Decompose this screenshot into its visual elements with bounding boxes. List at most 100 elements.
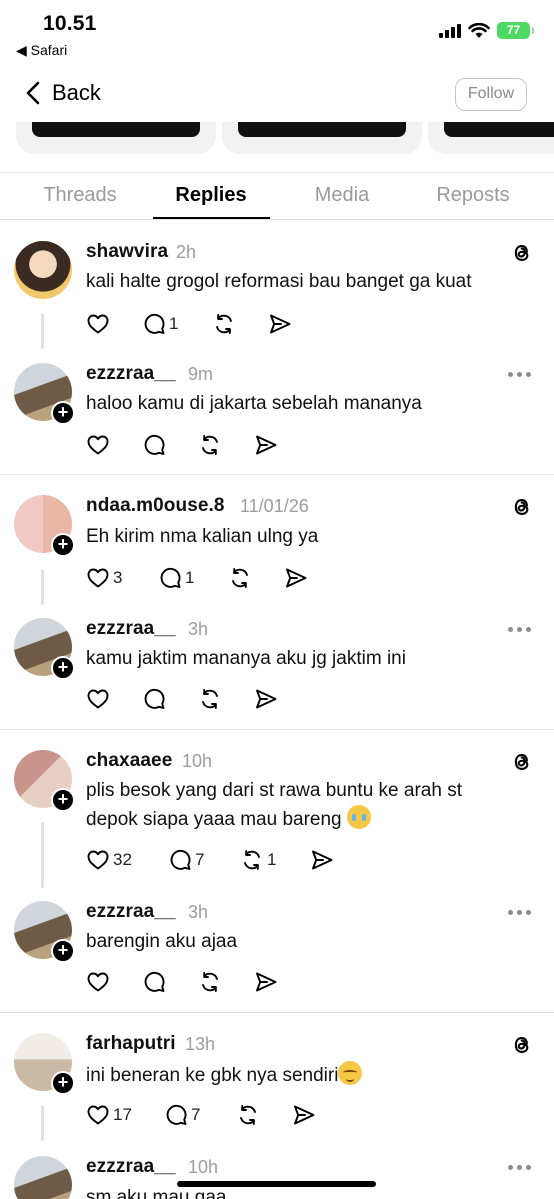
threads-logo-icon[interactable] xyxy=(510,750,534,774)
share-button[interactable] xyxy=(254,686,278,712)
more-options-icon[interactable] xyxy=(508,370,534,378)
thread-post[interactable]: + ndaa.m0ouse.8 11/01/26 Eh kirim nma ka… xyxy=(0,475,554,595)
repost-icon xyxy=(236,1103,260,1127)
follow-plus-icon[interactable]: + xyxy=(51,533,75,557)
repost-icon xyxy=(240,848,264,872)
like-button[interactable]: 32 xyxy=(86,847,132,873)
reply-post[interactable]: + ezzzraa__ 9m haloo kamu di jakarta seb… xyxy=(0,343,554,473)
comment-icon xyxy=(168,848,192,872)
comment-button[interactable]: 7 xyxy=(164,1102,200,1128)
post-username[interactable]: farhaputri xyxy=(86,1033,176,1055)
share-button[interactable] xyxy=(284,565,308,591)
share-button[interactable] xyxy=(254,432,278,458)
share-icon xyxy=(254,687,278,711)
comment-button[interactable] xyxy=(142,432,166,458)
like-button[interactable] xyxy=(86,432,110,458)
back-to-safari-link[interactable]: ◀ Safari xyxy=(16,42,67,59)
repost-icon xyxy=(212,312,236,336)
comment-button[interactable]: 1 xyxy=(158,565,194,591)
card-button[interactable] xyxy=(32,122,200,137)
like-button[interactable]: 3 xyxy=(86,565,122,591)
post-text: barengin aku ajaa xyxy=(86,931,238,952)
comment-icon xyxy=(158,566,182,590)
tab-threads[interactable]: Threads xyxy=(21,184,139,207)
like-button[interactable]: 17 xyxy=(86,1102,132,1128)
post-time: 11/01/26 xyxy=(240,496,309,516)
like-button[interactable] xyxy=(86,311,110,337)
post-username[interactable]: shawvira xyxy=(86,241,168,263)
tab-reposts[interactable]: Reposts xyxy=(414,184,532,207)
comment-button[interactable] xyxy=(142,686,166,712)
post-text: haloo kamu di jakarta sebelah mananya xyxy=(86,393,422,414)
repost-button[interactable] xyxy=(198,686,222,712)
reply-post[interactable]: + ezzzraa__ 3h kamu jaktim mananya aku j… xyxy=(0,598,554,728)
share-button[interactable] xyxy=(268,311,292,337)
profile-card[interactable] xyxy=(16,122,216,154)
relieved-face-emoji-icon xyxy=(338,1061,363,1085)
post-username[interactable]: ezzzraa__ xyxy=(86,363,176,385)
repost-button[interactable] xyxy=(236,1102,260,1128)
follow-plus-icon[interactable]: + xyxy=(51,788,75,812)
post-username[interactable]: ezzzraa__ xyxy=(86,1156,176,1178)
thread-post[interactable]: + farhaputri 13h ini beneran ke gbk nya … xyxy=(0,1013,554,1133)
thread-post[interactable]: shawvira 2h kali halte grogol reformasi … xyxy=(0,221,554,341)
share-button[interactable] xyxy=(310,847,334,873)
repost-button[interactable] xyxy=(198,432,222,458)
like-count: 3 xyxy=(113,568,123,587)
profile-card[interactable] xyxy=(222,122,422,154)
heart-icon xyxy=(86,1103,110,1127)
comment-icon xyxy=(142,433,166,457)
crying-face-emoji-icon xyxy=(346,805,371,829)
follow-plus-icon[interactable]: + xyxy=(51,656,75,680)
avatar[interactable] xyxy=(14,1156,72,1199)
post-username[interactable]: chaxaaee xyxy=(86,750,172,772)
follow-button[interactable]: Follow xyxy=(455,78,527,111)
comment-button[interactable]: 1 xyxy=(142,311,178,337)
cellular-signal-icon xyxy=(439,23,461,38)
more-options-icon[interactable] xyxy=(508,625,534,633)
threads-logo-icon[interactable] xyxy=(510,1033,534,1057)
repost-button[interactable] xyxy=(228,565,252,591)
repost-button[interactable] xyxy=(198,969,222,995)
heart-icon xyxy=(86,312,110,336)
post-username[interactable]: ndaa.m0ouse.8 xyxy=(86,495,225,517)
avatar[interactable] xyxy=(14,241,72,299)
follow-plus-icon[interactable]: + xyxy=(51,939,75,963)
status-icons: 77 xyxy=(439,22,534,39)
follow-plus-icon[interactable]: + xyxy=(51,1071,75,1095)
home-indicator[interactable] xyxy=(177,1181,376,1187)
reply-post[interactable]: + ezzzraa__ 3h barengin aku ajaa xyxy=(0,881,554,1011)
comment-icon xyxy=(164,1103,188,1127)
repost-button[interactable]: 1 xyxy=(240,847,276,873)
tab-media[interactable]: Media xyxy=(283,184,401,207)
repost-icon xyxy=(198,433,222,457)
back-button[interactable]: Back xyxy=(24,80,101,106)
threads-logo-icon[interactable] xyxy=(510,241,534,265)
like-button[interactable] xyxy=(86,969,110,995)
share-button[interactable] xyxy=(254,969,278,995)
profile-cards-strip xyxy=(0,122,554,156)
thread-post[interactable]: + chaxaaee 10h plis besok yang dari st r… xyxy=(0,730,554,880)
card-button[interactable] xyxy=(238,122,406,137)
post-text: plis besok yang dari st rawa buntu ke ar… xyxy=(86,776,516,834)
status-bar: 10.51 ◀ Safari 77 xyxy=(0,0,554,66)
profile-card[interactable] xyxy=(428,122,554,154)
comment-button[interactable] xyxy=(142,969,166,995)
share-button[interactable] xyxy=(292,1102,316,1128)
share-icon xyxy=(254,970,278,994)
post-username[interactable]: ezzzraa__ xyxy=(86,901,176,923)
comment-button[interactable]: 7 xyxy=(168,847,204,873)
reply-post[interactable]: ezzzraa__ 10h sm aku mau gaa xyxy=(0,1136,554,1199)
card-button[interactable] xyxy=(444,122,554,137)
threads-logo-icon[interactable] xyxy=(510,495,534,519)
tab-replies[interactable]: Replies xyxy=(152,184,270,207)
repost-button[interactable] xyxy=(212,311,236,337)
heart-icon xyxy=(86,970,110,994)
share-icon xyxy=(284,566,308,590)
more-options-icon[interactable] xyxy=(508,1163,534,1171)
post-username[interactable]: ezzzraa__ xyxy=(86,618,176,640)
like-button[interactable] xyxy=(86,686,110,712)
more-options-icon[interactable] xyxy=(508,908,534,916)
like-count: 32 xyxy=(113,850,132,869)
follow-plus-icon[interactable]: + xyxy=(51,401,75,425)
